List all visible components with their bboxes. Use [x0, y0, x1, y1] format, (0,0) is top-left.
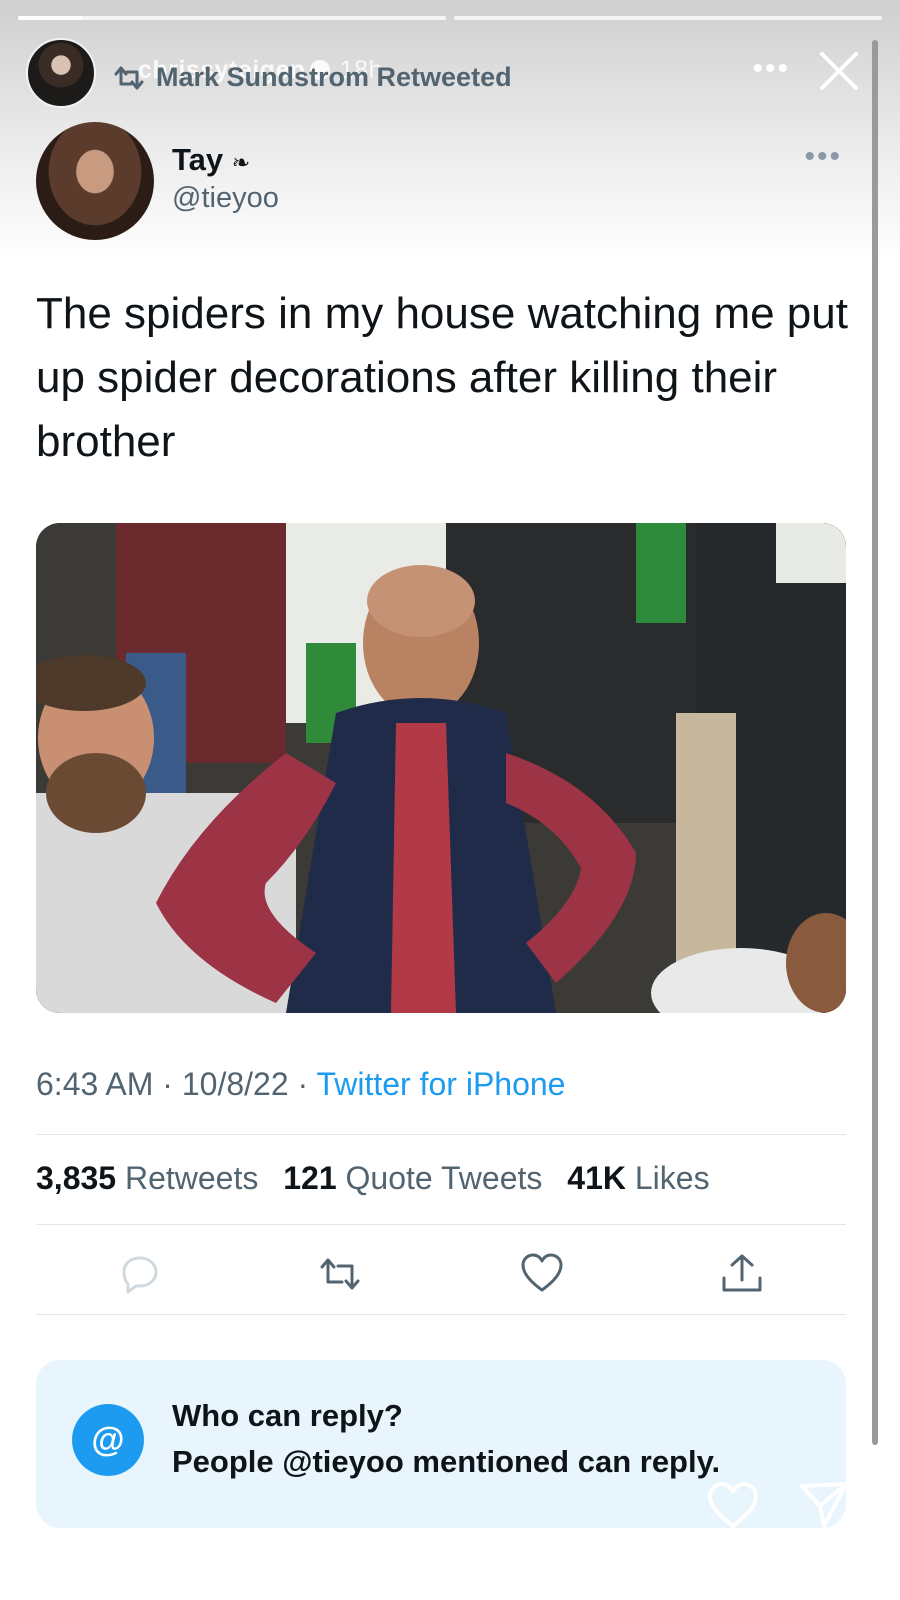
who-can-reply-description: People @tieyoo mentioned can reply. — [172, 1444, 721, 1479]
story-progress-segment-1 — [18, 16, 446, 20]
heart-icon — [521, 1253, 563, 1292]
tweet-media-image[interactable] — [36, 523, 846, 1013]
story-progress-bar — [18, 16, 882, 20]
share-button[interactable] — [718, 1250, 766, 1298]
at-sign-icon: @ — [72, 1404, 144, 1476]
author-handle[interactable]: @tieyoo — [172, 182, 279, 215]
retweets-label: Retweets — [124, 1160, 259, 1196]
story-progress-segment-2 — [454, 16, 882, 20]
likes-stat[interactable]: 41K Likes — [567, 1160, 709, 1196]
close-icon — [820, 52, 858, 90]
tweet-more-options-icon[interactable]: ••• — [804, 140, 842, 174]
story-send-button[interactable] — [798, 1478, 850, 1530]
like-button[interactable] — [518, 1250, 566, 1298]
scrollbar[interactable] — [872, 40, 878, 1445]
author-name-emoji: ❧ — [231, 150, 251, 175]
story-user-avatar[interactable] — [26, 38, 96, 108]
tweet-stats: 3,835 Retweets 121 Quote Tweets 41K Like… — [36, 1160, 726, 1197]
likes-label: Likes — [634, 1160, 710, 1196]
quotes-label: Quote Tweets — [345, 1160, 543, 1196]
retweeted-by-line[interactable]: Mark Sundstrom Retweeted — [112, 62, 512, 93]
retweets-count: 3,835 — [36, 1160, 117, 1196]
tweet-date: 10/8/22 — [181, 1066, 289, 1102]
retweet-icon — [320, 1258, 360, 1290]
author-avatar[interactable] — [36, 122, 154, 240]
author-name[interactable]: Tay — [172, 142, 223, 177]
story-like-button[interactable] — [706, 1480, 760, 1530]
tweet-source-link[interactable]: Twitter for iPhone — [316, 1066, 565, 1102]
share-icon — [722, 1254, 762, 1292]
story-close-button[interactable] — [814, 46, 864, 96]
quotes-count: 121 — [283, 1160, 337, 1196]
tweet-action-bar — [36, 1250, 846, 1302]
retweets-stat[interactable]: 3,835 Retweets — [36, 1160, 258, 1196]
tweet-text: The spiders in my house watching me put … — [36, 289, 848, 466]
retweet-button[interactable] — [316, 1250, 364, 1298]
story-progress-fill — [18, 16, 83, 20]
who-can-reply-title: Who can reply? — [172, 1398, 403, 1433]
divider — [36, 1134, 846, 1135]
quote-tweets-stat[interactable]: 121 Quote Tweets — [283, 1160, 542, 1196]
meme-photo — [36, 523, 846, 1013]
divider — [36, 1224, 846, 1225]
retweet-small-icon — [114, 66, 144, 89]
divider — [36, 1314, 846, 1315]
story-more-options-icon[interactable]: ••• — [752, 52, 790, 86]
author-name-row[interactable]: Tay ❧ — [172, 142, 250, 178]
meta-separator: · — [297, 1066, 317, 1102]
heart-outline-icon — [708, 1482, 758, 1528]
retweeted-by-text: Mark Sundstrom Retweeted — [156, 62, 512, 92]
tweet-time: 6:43 AM — [36, 1066, 154, 1102]
reply-icon — [122, 1256, 158, 1294]
reply-button[interactable] — [116, 1250, 164, 1298]
tweet-meta: 6:43 AM · 10/8/22 · Twitter for iPhone — [36, 1066, 565, 1103]
meta-separator: · — [162, 1066, 182, 1102]
likes-count: 41K — [567, 1160, 626, 1196]
send-icon — [800, 1482, 848, 1528]
